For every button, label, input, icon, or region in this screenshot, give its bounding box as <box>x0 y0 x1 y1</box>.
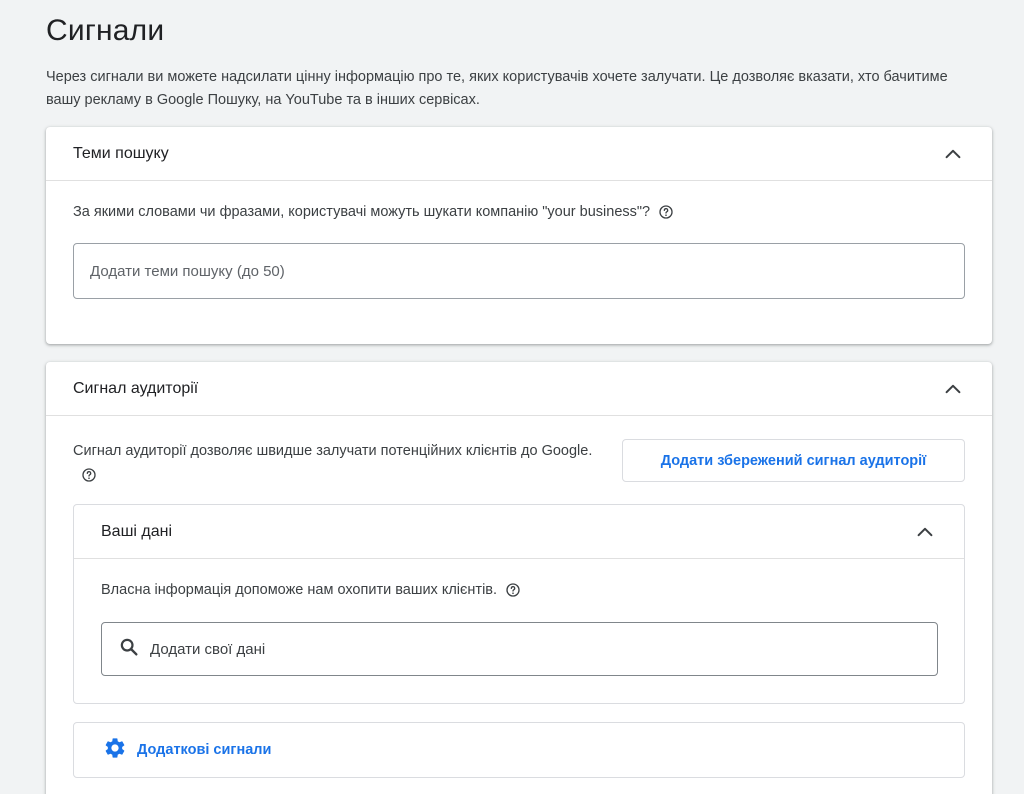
additional-signals-label: Додаткові сигнали <box>137 742 272 758</box>
search-topics-card: Теми пошуку За якими словами чи фразами,… <box>46 127 992 344</box>
your-data-description: Власна інформація допоможе нам охопити в… <box>101 582 498 598</box>
search-topics-question-row: За якими словами чи фразами, користувачі… <box>73 204 674 220</box>
help-icon[interactable] <box>658 204 674 220</box>
additional-signals-section[interactable]: Додаткові сигнали <box>73 722 965 778</box>
chevron-up-icon[interactable] <box>940 376 966 402</box>
search-topics-input[interactable] <box>73 243 965 299</box>
search-topics-header[interactable]: Теми пошуку <box>46 127 992 181</box>
audience-signal-description-row: Сигнал аудиторії дозволяє швидше залучат… <box>73 439 613 487</box>
help-icon[interactable] <box>81 467 97 483</box>
your-data-title: Ваші дані <box>101 522 173 540</box>
search-icon <box>118 636 140 663</box>
page-description: Через сигнали ви можете надсилати цінну … <box>46 69 948 108</box>
audience-signal-card: Сигнал аудиторії Сигнал аудиторії дозвол… <box>46 362 992 794</box>
your-data-section: Ваші дані Власна інформація допоможе нам… <box>73 504 965 704</box>
search-topics-question: За якими словами чи фразами, користувачі… <box>73 204 651 220</box>
audience-signal-header[interactable]: Сигнал аудиторії <box>46 362 992 416</box>
your-data-search-input[interactable] <box>148 639 921 659</box>
gear-icon <box>103 736 127 765</box>
search-topics-title: Теми пошуку <box>73 144 169 162</box>
add-saved-audience-signal-button[interactable]: Додати збережений сигнал аудиторії <box>622 439 965 482</box>
your-data-description-row: Власна інформація допоможе нам охопити в… <box>101 582 521 598</box>
your-data-header[interactable]: Ваші дані <box>74 505 964 559</box>
audience-signal-description: Сигнал аудиторії дозволяє швидше залучат… <box>73 443 593 459</box>
audience-signal-title: Сигнал аудиторії <box>73 379 199 397</box>
signals-page: Сигнали Через сигнали ви можете надсилат… <box>0 0 1024 794</box>
page-title: Сигнали <box>46 14 165 47</box>
chevron-up-icon[interactable] <box>912 519 938 545</box>
help-icon[interactable] <box>505 582 521 598</box>
your-data-search-box[interactable] <box>101 622 938 676</box>
chevron-up-icon[interactable] <box>940 141 966 167</box>
